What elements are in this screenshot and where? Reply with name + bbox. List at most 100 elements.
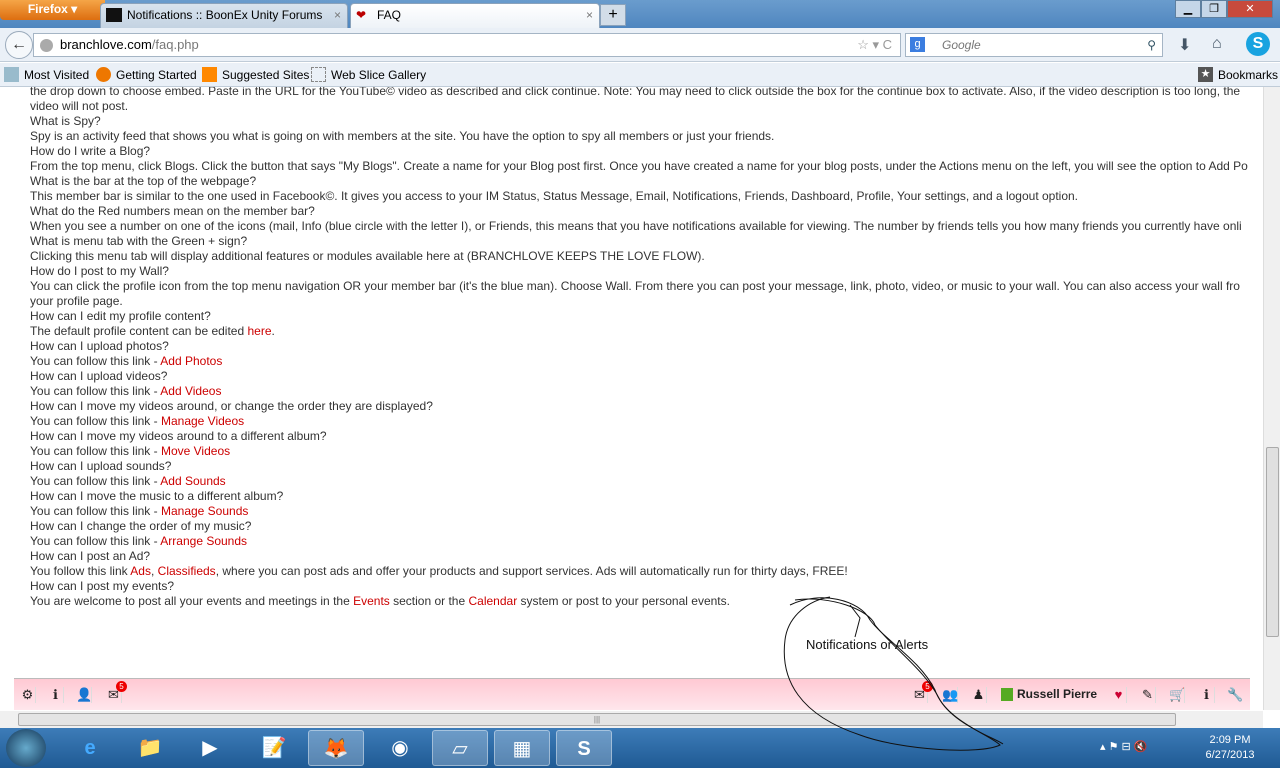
faq-text: section or the xyxy=(389,594,469,608)
faq-text: You can follow this link - xyxy=(30,504,161,518)
user-name[interactable]: Russell Pierre xyxy=(1001,687,1097,701)
scroll-thumb[interactable] xyxy=(1266,447,1279,637)
faq-link[interactable]: Add Videos xyxy=(160,384,221,398)
faq-text: You can click the profile icon from the … xyxy=(30,279,1240,293)
member-bar: ⚙ ℹ 👤 ✉ 5 ✉ 5 👥 ♟ Russell Pierre ♥ ✎ 🛒 ℹ 🔧 xyxy=(14,678,1250,710)
faq-link[interactable]: Ads xyxy=(130,564,151,578)
info-icon[interactable]: ℹ xyxy=(1199,687,1215,703)
new-tab-button[interactable]: + xyxy=(600,4,626,26)
clock[interactable]: 2:09 PM 6/27/2013 xyxy=(1200,733,1260,763)
heart-icon[interactable]: ♥ xyxy=(1111,687,1127,703)
faq-content: the drop down to choose embed. Paste in … xyxy=(0,87,1263,710)
bookmark-web-slice-gallery[interactable]: Web Slice Gallery xyxy=(311,67,426,82)
close-tab-icon[interactable]: × xyxy=(334,8,341,22)
faq-link[interactable]: Manage Sounds xyxy=(161,504,248,518)
wrench-icon[interactable]: 🔧 xyxy=(1227,687,1243,703)
profile-icon[interactable]: ♟ xyxy=(971,687,987,703)
minimize-button[interactable]: ▁ xyxy=(1175,0,1201,18)
faq-line: How do I write a Blog? xyxy=(30,144,150,158)
faq-link[interactable]: here xyxy=(247,324,271,338)
faq-line: You can follow this link - Add Sounds xyxy=(30,474,226,488)
downloads-icon[interactable]: ⬇ xyxy=(1178,35,1191,55)
bookmark-star-icon[interactable]: ☆ ▾ C xyxy=(857,34,892,56)
home-icon[interactable]: ⌂ xyxy=(1212,35,1222,53)
faq-line: The default profile content can be edite… xyxy=(30,324,275,338)
clock-time: 2:09 PM xyxy=(1209,734,1251,746)
url-bar[interactable]: branchlove.com/faq.php ☆ ▾ C xyxy=(33,33,901,57)
horizontal-scrollbar[interactable]: ||| xyxy=(0,711,1263,728)
faq-link[interactable]: Add Photos xyxy=(160,354,222,368)
faq-text: system or post to your personal events. xyxy=(517,594,730,608)
media-player-icon[interactable]: ▶ xyxy=(182,730,238,766)
faq-link[interactable]: Move Videos xyxy=(161,444,230,458)
faq-text: You can follow this link - xyxy=(30,384,161,398)
skype-taskbar-icon[interactable]: S xyxy=(556,730,612,766)
faq-text: What is Spy? xyxy=(30,114,101,128)
faq-line: How can I post my events? xyxy=(30,579,174,593)
clock-date: 6/27/2013 xyxy=(1205,749,1255,761)
firefox-menu-button[interactable]: Firefox ▾ xyxy=(0,0,105,20)
bookmark-suggested-sites[interactable]: Suggested Sites xyxy=(202,67,310,82)
faq-text: How can I post my events? xyxy=(30,579,175,593)
faq-text: How can I edit my profile content? xyxy=(30,309,211,323)
notepad-icon[interactable]: ▱ xyxy=(432,730,488,766)
bookmark-label: Suggested Sites xyxy=(222,68,310,82)
faq-link[interactable]: Events xyxy=(353,594,390,608)
bookmarks-star-icon: ★ xyxy=(1198,67,1213,82)
status-icon[interactable]: 👤 xyxy=(76,687,92,703)
vertical-scrollbar[interactable] xyxy=(1263,87,1280,710)
scroll-thumb[interactable]: ||| xyxy=(18,713,1176,726)
close-window-button[interactable]: ✕ xyxy=(1227,0,1273,18)
system-tray[interactable]: ▴ ⚑ ⊟ 🔇 xyxy=(1100,740,1147,753)
faq-text: You can follow this link - xyxy=(30,444,161,458)
faq-line: the drop down to choose embed. Paste in … xyxy=(30,87,1240,98)
web-slice-icon xyxy=(311,67,326,82)
faq-text: , where you can post ads and offer your … xyxy=(215,564,848,578)
bookmark-getting-started[interactable]: Getting Started xyxy=(96,67,197,82)
search-input[interactable]: g Google ⚲ xyxy=(905,33,1163,57)
faq-text: You can follow this link - xyxy=(30,474,161,488)
faq-line: How can I upload sounds? xyxy=(30,459,171,473)
cart-icon[interactable]: 🛒 xyxy=(1169,687,1185,703)
heart-favicon-icon: ❤ xyxy=(356,8,367,22)
bookmark-most-visited[interactable]: Most Visited xyxy=(4,67,89,82)
faq-line: Spy is an activity feed that shows you w… xyxy=(30,129,774,143)
faq-line: How can I post an Ad? xyxy=(30,549,150,563)
faq-text: , xyxy=(150,564,158,578)
sticky-notes-icon[interactable]: 📝 xyxy=(246,730,302,766)
skype-icon[interactable]: S xyxy=(1246,32,1270,56)
firefox-taskbar-icon[interactable]: 🦊 xyxy=(308,730,364,766)
firefox-menu-label: Firefox xyxy=(27,2,68,16)
app-icon[interactable]: ▦ xyxy=(494,730,550,766)
bookmarks-menu[interactable]: ★ Bookmarks xyxy=(1198,67,1278,82)
internet-explorer-icon[interactable]: e xyxy=(62,730,118,766)
friends-icon[interactable]: 👥 xyxy=(942,687,958,703)
faq-text: How can I move my videos around to a dif… xyxy=(30,429,327,443)
faq-line: What is menu tab with the Green + sign? xyxy=(30,234,247,248)
close-tab-icon[interactable]: × xyxy=(586,8,593,22)
maximize-button[interactable]: ❐ xyxy=(1201,0,1227,18)
faq-link[interactable]: Calendar xyxy=(469,594,518,608)
tab-notifications[interactable]: Notifications :: BoonEx Unity Forums × xyxy=(100,3,348,28)
google-icon: g xyxy=(910,37,925,52)
info-icon[interactable]: ℹ xyxy=(48,687,64,703)
faq-line: How do I post to my Wall? xyxy=(30,264,169,278)
edit-icon[interactable]: ✎ xyxy=(1140,687,1156,703)
faq-text: You follow this link xyxy=(30,564,131,578)
search-icon[interactable]: ⚲ xyxy=(1147,34,1156,56)
faq-link[interactable]: Classifieds xyxy=(158,564,216,578)
tab-faq[interactable]: ❤ FAQ × xyxy=(350,3,600,28)
notifications-mail-icon[interactable]: ✉ 5 xyxy=(912,681,933,703)
chrome-icon[interactable]: ◉ xyxy=(372,730,428,766)
faq-link[interactable]: Arrange Sounds xyxy=(160,534,247,548)
faq-line: How can I edit my profile content? xyxy=(30,309,211,323)
mail-icon[interactable]: ✉ 5 xyxy=(106,681,127,703)
settings-icon[interactable]: ⚙ xyxy=(20,687,36,703)
back-button[interactable]: ← xyxy=(5,31,33,59)
faq-line: How can I upload videos? xyxy=(30,369,167,383)
start-button[interactable] xyxy=(6,729,46,767)
faq-link[interactable]: Manage Videos xyxy=(161,414,244,428)
file-explorer-icon[interactable]: 📁 xyxy=(122,730,178,766)
faq-link[interactable]: Add Sounds xyxy=(160,474,225,488)
online-status-icon xyxy=(1001,688,1013,701)
